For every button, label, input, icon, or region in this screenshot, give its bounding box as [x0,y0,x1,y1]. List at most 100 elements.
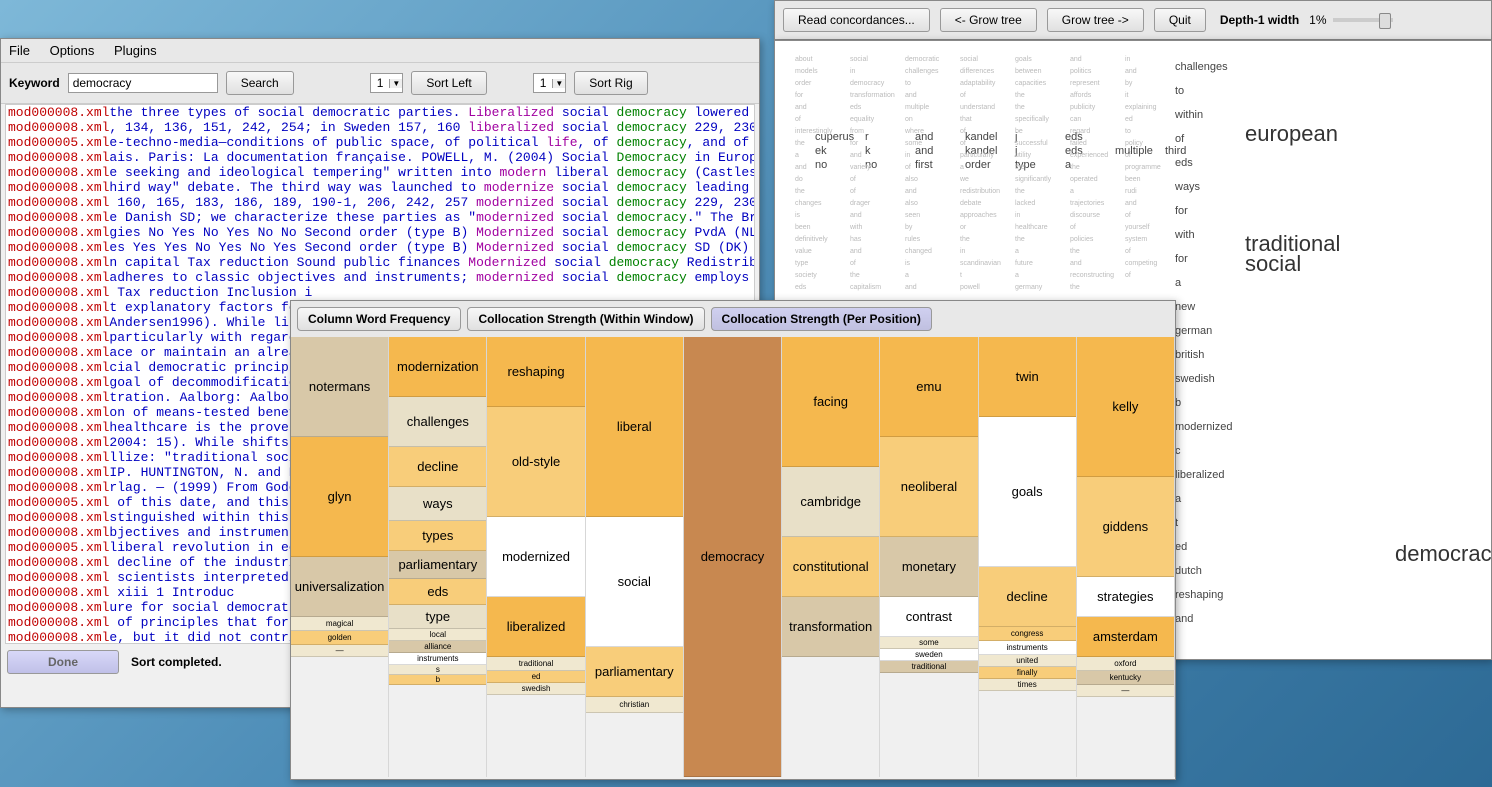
tree-word[interactable]: and [1125,200,1137,207]
vis-cell[interactable]: kentucky [1077,671,1174,685]
tree-word[interactable]: of [1175,133,1184,145]
tree-word[interactable]: where [905,128,924,135]
tree-word[interactable]: challenges [905,68,938,75]
tree-word[interactable]: the [1015,236,1025,243]
vis-cell[interactable]: liberalized [487,597,584,657]
tree-word[interactable]: it [1125,92,1129,99]
tree-word[interactable]: that [960,116,972,123]
vis-cell[interactable]: congress [979,627,1076,641]
tree-word[interactable]: changed [905,248,932,255]
tree-word[interactable]: ed [1125,116,1133,123]
tree-word[interactable]: in [905,152,910,159]
grow-tree-right-button[interactable]: Grow tree -> [1047,8,1144,32]
vis-cell[interactable]: instruments [979,641,1076,655]
vis-cell[interactable]: decline [389,447,486,487]
sort-left-spin[interactable]: 1▼ [370,73,404,93]
tree-word[interactable]: a [1070,188,1074,195]
tree-word[interactable]: some [905,140,922,147]
tree-word[interactable]: capitalism [850,284,881,291]
tree-word[interactable]: the [1070,284,1080,291]
concordance-row[interactable]: mod000008.xmlgies No Yes No Yes No No Se… [6,225,754,240]
tree-word[interactable]: on [905,116,913,123]
vis-cell[interactable]: times [979,679,1076,691]
tree-word[interactable]: of [850,176,856,183]
tree-word[interactable]: in [850,68,855,75]
vis-cell[interactable]: challenges [389,397,486,447]
tree-word[interactable]: the [960,236,970,243]
tree-word[interactable]: do [795,176,803,183]
vis-cell[interactable]: traditional [880,661,977,673]
tree-word[interactable]: social [960,56,978,63]
tree-word[interactable]: variety [850,164,871,171]
concordance-row[interactable]: mod000008.xml Tax reduction Inclusion i [6,285,754,300]
vis-cell[interactable]: decline [979,567,1076,627]
tree-word[interactable]: failed [1070,140,1087,147]
vis-cell[interactable]: ways [389,487,486,521]
tree-word[interactable]: ways [1175,181,1200,193]
tree-word[interactable]: with [850,224,862,231]
tree-word[interactable]: the [1015,164,1025,171]
vis-cell[interactable]: modernization [389,337,486,397]
tree-word[interactable]: social [1245,251,1301,277]
vis-cell[interactable]: strategies [1077,577,1174,617]
tree-word[interactable]: of [960,140,966,147]
search-button[interactable]: Search [226,71,294,95]
tree-word[interactable]: and [1175,613,1193,625]
concordance-row[interactable]: mod000005.xmle-techno-media—conditions o… [6,135,754,150]
tree-word[interactable]: liberalized [1175,469,1225,481]
vis-cell[interactable]: parliamentary [389,551,486,579]
vis-cell[interactable]: sweden [880,649,977,661]
tree-word[interactable]: adaptability [960,80,995,87]
tree-word[interactable]: of [905,164,911,171]
vis-cell[interactable]: transformation [782,597,879,657]
vis-cell[interactable]: ed [487,671,584,683]
tree-word[interactable]: reshaping [1175,589,1223,601]
vis-cell[interactable]: democracy [684,337,781,777]
vis-cell[interactable]: kelly [1077,337,1174,477]
tree-word[interactable]: models [795,68,818,75]
vis-cell[interactable]: finally [979,667,1076,679]
tree-word[interactable]: and [850,212,862,219]
tree-word[interactable]: eds [795,284,806,291]
tree-word[interactable]: regard [1070,128,1090,135]
tree-word[interactable]: equality [850,116,874,123]
vis-cell[interactable]: — [1077,685,1174,697]
tree-word[interactable]: has [850,236,861,243]
tree-word[interactable]: changes [795,200,821,207]
vis-cell[interactable]: s [389,665,486,675]
tree-word[interactable]: affords [1070,92,1091,99]
tree-word[interactable]: t [960,272,962,279]
tree-word[interactable]: and [1070,56,1082,63]
vis-cell[interactable]: notermans [291,337,388,437]
tree-word[interactable]: and [795,164,807,171]
vis-grid[interactable]: notermansglynuniversalizationmagicalgold… [291,337,1175,777]
menu-plugins[interactable]: Plugins [114,43,157,58]
tree-word[interactable]: the [1015,188,1025,195]
tree-word[interactable]: also [905,176,918,183]
tree-word[interactable]: specifically [1015,116,1049,123]
tree-word[interactable]: experienced [1070,152,1108,159]
tree-word[interactable]: the [795,140,805,147]
tree-word[interactable]: of [850,260,856,267]
tree-word[interactable]: transformation [850,92,895,99]
tree-word[interactable]: eds [1175,157,1193,169]
tree-word[interactable]: been [1125,176,1141,183]
vis-cell[interactable]: goals [979,417,1076,567]
concordance-row[interactable]: mod000008.xml, 134, 136, 151, 242, 254; … [6,120,754,135]
tree-word[interactable]: between [1015,68,1041,75]
concordance-row[interactable]: mod000008.xmlhird way" debate. The third… [6,180,754,195]
vis-cell[interactable]: constitutional [782,537,879,597]
sort-right-button[interactable]: Sort Rig [574,71,647,95]
tree-word[interactable]: rudi [1125,188,1137,195]
tree-word[interactable]: to [1125,128,1131,135]
vis-cell[interactable]: parliamentary [586,647,683,697]
tree-word[interactable]: in [1125,56,1130,63]
tree-word[interactable]: type [795,260,808,267]
vis-cell[interactable]: social [586,517,683,647]
vis-cell[interactable]: — [291,645,388,657]
tree-word[interactable]: order [965,159,991,171]
vis-cell[interactable]: emu [880,337,977,437]
tree-word[interactable]: for [795,92,803,99]
tree-word[interactable]: yourself [1125,224,1150,231]
vis-cell[interactable]: modernized [487,517,584,597]
